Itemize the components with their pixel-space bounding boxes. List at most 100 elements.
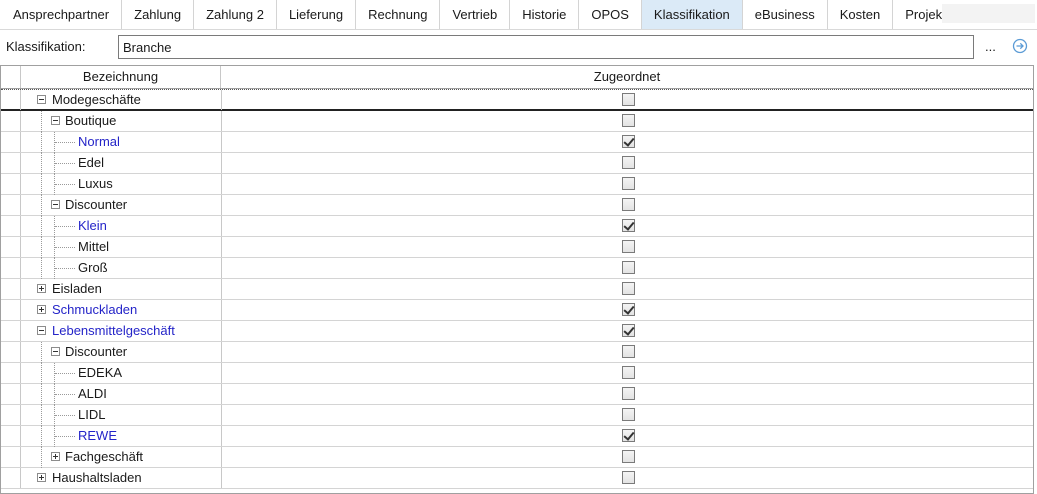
browse-button[interactable]: ...	[985, 39, 996, 54]
tree-row[interactable]: LIDL	[1, 405, 1033, 426]
row-selector[interactable]	[1, 363, 21, 383]
tree-row[interactable]: Mittel	[1, 237, 1033, 258]
expand-icon[interactable]	[37, 473, 46, 482]
column-header-bezeichnung[interactable]: Bezeichnung	[21, 66, 221, 88]
tree-item-label[interactable]: ALDI	[78, 384, 107, 404]
expand-icon[interactable]	[37, 305, 46, 314]
tab-vertrieb[interactable]: Vertrieb	[440, 0, 511, 29]
zugeordnet-checkbox[interactable]	[622, 114, 635, 127]
tree-row[interactable]: Luxus	[1, 174, 1033, 195]
tab-zahlung[interactable]: Zahlung	[122, 0, 195, 29]
tree-row[interactable]: Klein	[1, 216, 1033, 237]
tree-row[interactable]: Schmuckladen	[1, 300, 1033, 321]
tree-item-label[interactable]: Eisladen	[52, 279, 102, 299]
row-selector[interactable]	[1, 468, 21, 488]
expand-icon[interactable]	[37, 284, 46, 293]
tree-item-label[interactable]: REWE	[78, 426, 117, 446]
collapse-icon[interactable]	[51, 116, 60, 125]
collapse-icon[interactable]	[37, 95, 46, 104]
zugeordnet-checkbox[interactable]	[622, 219, 635, 232]
tree-row[interactable]: Normal	[1, 132, 1033, 153]
tab-historie[interactable]: Historie	[510, 0, 580, 29]
zugeordnet-checkbox[interactable]	[622, 93, 635, 106]
tree-item-label[interactable]: Mittel	[78, 237, 109, 257]
tree-item-label[interactable]: Modegeschäfte	[52, 90, 141, 110]
row-selector[interactable]	[1, 342, 21, 362]
tab-rechnung[interactable]: Rechnung	[356, 0, 441, 29]
zugeordnet-checkbox[interactable]	[622, 261, 635, 274]
klassifikation-field[interactable]: Branche	[118, 35, 974, 59]
tree-row[interactable]: Boutique	[1, 111, 1033, 132]
zugeordnet-checkbox[interactable]	[622, 177, 635, 190]
tab-projek[interactable]: Projek	[893, 0, 943, 29]
row-selector-header[interactable]	[1, 66, 21, 88]
tree-item-label[interactable]: Edel	[78, 153, 104, 173]
row-selector[interactable]	[1, 90, 21, 110]
tree-item-label[interactable]: Haushaltsladen	[52, 468, 142, 488]
collapse-icon[interactable]	[37, 326, 46, 335]
row-selector[interactable]	[1, 132, 21, 152]
row-selector[interactable]	[1, 258, 21, 278]
zugeordnet-checkbox[interactable]	[622, 366, 635, 379]
tree-row[interactable]: Discounter	[1, 342, 1033, 363]
tree-row[interactable]: REWE	[1, 426, 1033, 447]
tree-row[interactable]: Discounter	[1, 195, 1033, 216]
zugeordnet-checkbox[interactable]	[622, 198, 635, 211]
tree-item-label[interactable]: Klein	[78, 216, 107, 236]
tree-item-label[interactable]: EDEKA	[78, 363, 122, 383]
tree-item-label[interactable]: LIDL	[78, 405, 105, 425]
arrow-right-circle-icon[interactable]	[1012, 38, 1028, 54]
tree-item-label[interactable]: Luxus	[78, 174, 113, 194]
zugeordnet-checkbox[interactable]	[622, 471, 635, 484]
zugeordnet-checkbox[interactable]	[622, 408, 635, 421]
zugeordnet-checkbox[interactable]	[622, 324, 635, 337]
row-selector[interactable]	[1, 426, 21, 446]
tab-ebusiness[interactable]: eBusiness	[742, 0, 828, 29]
column-header-zugeordnet[interactable]: Zugeordnet	[221, 66, 1033, 88]
tree-row[interactable]: EDEKA	[1, 363, 1033, 384]
tree-item-label[interactable]: Fachgeschäft	[65, 447, 143, 467]
row-selector[interactable]	[1, 279, 21, 299]
row-selector[interactable]	[1, 405, 21, 425]
tree-item-label[interactable]: Schmuckladen	[52, 300, 137, 320]
zugeordnet-checkbox[interactable]	[622, 240, 635, 253]
row-selector[interactable]	[1, 195, 21, 215]
tab-ansprechpartner[interactable]: Ansprechpartner	[1, 0, 123, 29]
tree-row[interactable]: Groß	[1, 258, 1033, 279]
tab-opos[interactable]: OPOS	[579, 0, 642, 29]
tab-lieferung[interactable]: Lieferung	[276, 0, 357, 29]
zugeordnet-checkbox[interactable]	[622, 135, 635, 148]
zugeordnet-checkbox[interactable]	[622, 387, 635, 400]
tree-item-label[interactable]: Normal	[78, 132, 120, 152]
tree-item-label[interactable]: Boutique	[65, 111, 116, 131]
row-selector[interactable]	[1, 111, 21, 131]
tab-zahlung-2[interactable]: Zahlung 2	[194, 0, 277, 29]
tab-klassifikation[interactable]: Klassifikation	[641, 0, 743, 29]
collapse-icon[interactable]	[51, 200, 60, 209]
row-selector[interactable]	[1, 384, 21, 404]
tree-row[interactable]: ALDI	[1, 384, 1033, 405]
tree-item-label[interactable]: Discounter	[65, 342, 127, 362]
collapse-icon[interactable]	[51, 347, 60, 356]
tree-item-label[interactable]: Groß	[78, 258, 108, 278]
row-selector[interactable]	[1, 174, 21, 194]
tree-row[interactable]: Haushaltsladen	[1, 468, 1033, 489]
zugeordnet-checkbox[interactable]	[622, 156, 635, 169]
tab-kosten[interactable]: Kosten	[827, 0, 894, 29]
tree-item-label[interactable]: Discounter	[65, 195, 127, 215]
row-selector[interactable]	[1, 216, 21, 236]
tree-row[interactable]: Fachgeschäft	[1, 447, 1033, 468]
row-selector[interactable]	[1, 447, 21, 467]
tree-row[interactable]: Modegeschäfte	[1, 89, 1033, 111]
zugeordnet-checkbox[interactable]	[622, 303, 635, 316]
tree-item-label[interactable]: Lebensmittelgeschäft	[52, 321, 175, 341]
zugeordnet-checkbox[interactable]	[622, 450, 635, 463]
tree-row[interactable]: Eisladen	[1, 279, 1033, 300]
zugeordnet-checkbox[interactable]	[622, 429, 635, 442]
row-selector[interactable]	[1, 321, 21, 341]
zugeordnet-checkbox[interactable]	[622, 345, 635, 358]
row-selector[interactable]	[1, 153, 21, 173]
row-selector[interactable]	[1, 237, 21, 257]
row-selector[interactable]	[1, 300, 21, 320]
expand-icon[interactable]	[51, 452, 60, 461]
